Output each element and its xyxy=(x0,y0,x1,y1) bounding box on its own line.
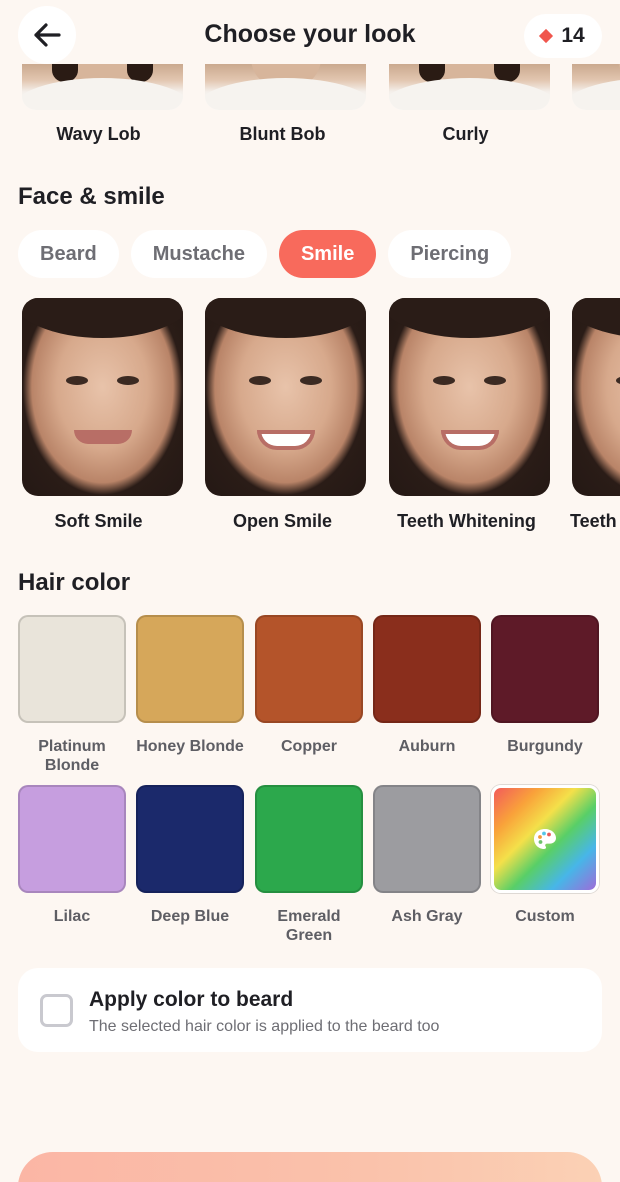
color-label: Honey Blonde xyxy=(136,738,244,755)
face-tabs: Beard Mustache Smile Piercing xyxy=(18,230,512,278)
hair-style-label: Blunt Bob xyxy=(239,124,326,144)
smile-option-label: Teeth xyxy=(570,511,617,531)
apply-beard-color-option[interactable]: Apply color to beard The selected hair c… xyxy=(18,968,602,1052)
color-swatch[interactable] xyxy=(136,615,244,723)
color-label: Ash Gray xyxy=(391,908,463,925)
color-swatch[interactable] xyxy=(255,785,363,893)
gem-count: 14 xyxy=(561,24,585,47)
color-label: Platinum Blonde xyxy=(38,738,106,774)
hair-style-thumb[interactable] xyxy=(389,64,550,110)
color-option-ash-gray[interactable]: Ash Gray xyxy=(373,785,481,926)
color-option-auburn[interactable]: Auburn xyxy=(373,615,481,756)
color-swatch[interactable] xyxy=(18,615,126,723)
color-label: Custom xyxy=(515,908,575,925)
color-option-deep-blue[interactable]: Deep Blue xyxy=(136,785,244,926)
hair-style-thumb[interactable] xyxy=(22,64,183,110)
color-swatch[interactable] xyxy=(136,785,244,893)
gem-balance-badge[interactable]: 14 xyxy=(524,14,602,58)
smile-carousel: Soft Smile Open Smile Teeth Whitening Te… xyxy=(0,298,620,538)
hair-style-label: Wavy Lob xyxy=(56,124,141,144)
color-option-burgundy[interactable]: Burgundy xyxy=(491,615,599,756)
apply-beard-color-title: Apply color to beard xyxy=(89,988,294,1011)
palette-icon xyxy=(534,829,556,849)
color-label: Lilac xyxy=(53,908,91,925)
color-swatch[interactable] xyxy=(491,615,599,723)
hair-color-title: Hair color xyxy=(18,569,131,596)
color-option-custom[interactable]: Custom xyxy=(491,785,599,926)
hair-style-carousel: Wavy Lob Blunt Bob Curly xyxy=(0,64,620,154)
hair-style-thumb[interactable] xyxy=(572,64,620,110)
tab-smile[interactable]: Smile xyxy=(278,230,377,278)
hair-style-label: Curly xyxy=(442,124,489,144)
smile-option-label: Soft Smile xyxy=(54,511,143,531)
color-option-platinum-blonde[interactable]: Platinum Blonde xyxy=(18,615,126,775)
smile-option-card[interactable] xyxy=(205,298,366,496)
smile-option-label: Open Smile xyxy=(232,511,333,531)
tab-piercing[interactable]: Piercing xyxy=(388,230,512,278)
color-label: Burgundy xyxy=(507,738,583,755)
color-label: Deep Blue xyxy=(150,908,230,925)
diamond-icon xyxy=(539,28,554,44)
tab-mustache[interactable]: Mustache xyxy=(130,230,267,278)
color-swatch[interactable] xyxy=(373,615,481,723)
color-label: Auburn xyxy=(398,738,456,755)
color-option-emerald-green[interactable]: Emerald Green xyxy=(255,785,363,945)
hair-style-thumb[interactable] xyxy=(205,64,366,110)
color-option-copper[interactable]: Copper xyxy=(255,615,363,756)
color-option-honey-blonde[interactable]: Honey Blonde xyxy=(136,615,244,756)
color-swatch[interactable] xyxy=(373,785,481,893)
color-swatch[interactable] xyxy=(18,785,126,893)
color-swatch[interactable] xyxy=(255,615,363,723)
tab-beard[interactable]: Beard xyxy=(18,230,119,278)
primary-action-button[interactable] xyxy=(18,1152,602,1182)
apply-beard-color-subtitle: The selected hair color is applied to th… xyxy=(89,1018,440,1035)
top-bar: Choose your look 14 xyxy=(0,0,620,70)
smile-option-card[interactable] xyxy=(389,298,550,496)
apply-beard-color-checkbox[interactable] xyxy=(40,994,73,1027)
smile-option-card[interactable] xyxy=(22,298,183,496)
smile-option-label: Teeth Whitening xyxy=(397,511,536,531)
color-label: Copper xyxy=(281,738,337,755)
choose-look-screen: Choose your look 14 Wavy Lob Blunt Bob C… xyxy=(0,0,620,1182)
face-section-title: Face & smile xyxy=(18,183,165,210)
color-swatch[interactable] xyxy=(491,785,599,893)
color-label: Emerald Green xyxy=(277,908,341,944)
color-option-lilac[interactable]: Lilac xyxy=(18,785,126,926)
smile-option-card[interactable] xyxy=(572,298,620,496)
